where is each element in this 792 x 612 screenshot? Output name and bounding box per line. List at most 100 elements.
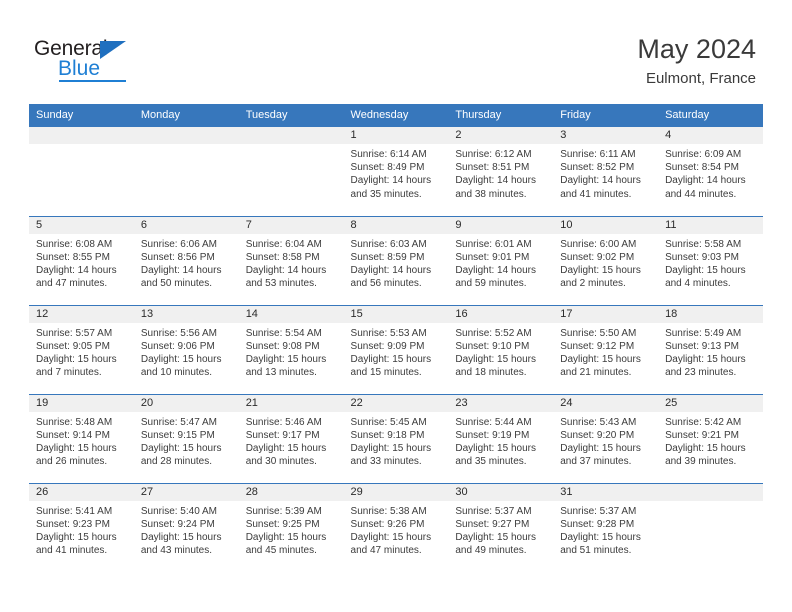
daylight-text: Daylight: 15 hours and 18 minutes.: [455, 353, 536, 379]
daylight-text: Daylight: 15 hours and 30 minutes.: [245, 442, 327, 468]
sunset-text: Sunset: 9:24 PM: [140, 518, 215, 530]
sunrise-text: Sunrise: 6:09 AM: [665, 149, 742, 160]
day-number: 15: [343, 305, 449, 323]
weekday-header-sunday: Sunday: [29, 104, 134, 127]
day-cell-inner: 27 Sunrise: 5:40 AM Sunset: 9:24 PM Dayligh…: [133, 483, 239, 573]
weekday-header-saturday: Saturday: [658, 104, 763, 127]
calendar-day-cell-empty: [238, 127, 344, 216]
calendar-day-cell[interactable]: 4 Sunrise: 6:09 AM Sunset: 8:54 PM Daylight…: [658, 127, 763, 216]
sunset-text: Sunset: 9:10 PM: [455, 340, 530, 352]
page-title: May 2024: [637, 34, 756, 64]
calendar-day-cell[interactable]: 7 Sunrise: 6:04 AM Sunset: 8:58 PM Daylight…: [238, 215, 344, 305]
calendar-day-cell[interactable]: 15 Sunrise: 5:53 AM Sunset: 9:09 PM Dayligh…: [343, 304, 449, 394]
daylight-text: Daylight: 15 hours and 28 minutes.: [140, 442, 222, 468]
day-cell-inner: 18 Sunrise: 5:49 AM Sunset: 9:13 PM Dayligh…: [658, 305, 763, 394]
calendar-day-cell[interactable]: 25 Sunrise: 5:42 AM Sunset: 9:21 PM Dayligh…: [658, 393, 763, 483]
calendar-day-cell[interactable]: 3 Sunrise: 6:11 AM Sunset: 8:52 PM Daylight…: [553, 127, 659, 216]
day-number: [658, 483, 763, 501]
calendar-day-cell[interactable]: 21 Sunrise: 5:46 AM Sunset: 9:17 PM Dayligh…: [238, 393, 344, 483]
day-number: [133, 127, 239, 144]
day-cell-inner: 1 Sunrise: 6:14 AM Sunset: 8:49 PM Daylight…: [343, 127, 449, 216]
daylight-text: Daylight: 15 hours and 43 minutes.: [140, 531, 222, 557]
calendar-day-cell[interactable]: 29 Sunrise: 5:38 AM Sunset: 9:26 PM Dayligh…: [343, 482, 449, 572]
daylight-text: Daylight: 15 hours and 49 minutes.: [455, 531, 536, 557]
daylight-text: Daylight: 15 hours and 33 minutes.: [350, 442, 432, 468]
day-number: 6: [133, 216, 239, 234]
calendar-day-cell[interactable]: 28 Sunrise: 5:39 AM Sunset: 9:25 PM Dayligh…: [238, 482, 344, 573]
calendar-day-cell[interactable]: 8 Sunrise: 6:03 AM Sunset: 8:59 PM Daylight…: [343, 215, 449, 305]
daylight-text: Daylight: 15 hours and 26 minutes.: [36, 442, 117, 468]
sunrise-text: Sunrise: 5:50 AM: [560, 327, 637, 339]
calendar-day-cell-empty: [29, 127, 134, 216]
day-number: 11: [658, 216, 763, 234]
calendar-day-cell[interactable]: 20 Sunrise: 5:47 AM Sunset: 9:15 PM Dayligh…: [133, 393, 239, 483]
calendar-day-cell[interactable]: 19 Sunrise: 5:48 AM Sunset: 9:14 PM Dayligh…: [29, 393, 134, 483]
calendar-day-cell[interactable]: 9 Sunrise: 6:01 AM Sunset: 9:01 PM Daylight…: [448, 215, 554, 305]
calendar-header-row: Sunday Monday Tuesday Wednesday Thursday Frid…: [29, 104, 763, 127]
sunrise-text: Sunrise: 5:47 AM: [140, 416, 217, 428]
day-number: [238, 127, 344, 144]
day-number: 1: [343, 127, 449, 144]
day-details: Sunrise: 5:48 AM Sunset: 9:14 PM Daylight:…: [29, 412, 134, 469]
daylight-text: Daylight: 14 hours and 47 minutes.: [36, 264, 117, 290]
sunrise-text: Sunrise: 6:14 AM: [350, 149, 427, 160]
day-cell-inner: 21 Sunrise: 5:46 AM Sunset: 9:17 PM Dayligh…: [238, 394, 344, 483]
calendar-day-cell[interactable]: 18 Sunrise: 5:49 AM Sunset: 9:13 PM Dayligh…: [658, 304, 763, 394]
sunset-text: Sunset: 9:25 PM: [245, 518, 320, 530]
day-number: 30: [448, 483, 554, 501]
day-details: Sunrise: 5:37 AM Sunset: 9:28 PM Daylight:…: [553, 501, 658, 558]
day-number: 20: [133, 394, 239, 412]
day-cell-inner: 10 Sunrise: 6:00 AM Sunset: 9:02 PM Dayligh…: [553, 216, 659, 305]
calendar-day-cell[interactable]: 26 Sunrise: 5:41 AM Sunset: 9:23 PM Dayligh…: [29, 482, 134, 572]
day-cell-inner: 16 Sunrise: 5:52 AM Sunset: 9:10 PM Dayligh…: [448, 305, 554, 394]
day-details: Sunrise: 6:00 AM Sunset: 9:02 PM Daylight:…: [553, 234, 658, 291]
daylight-text: Daylight: 15 hours and 4 minutes.: [665, 264, 746, 290]
day-number: 19: [29, 394, 134, 412]
sunset-text: Sunset: 8:52 PM: [560, 162, 635, 174]
sunrise-text: Sunrise: 5:52 AM: [455, 327, 532, 339]
sunset-text: Sunset: 9:20 PM: [560, 429, 635, 441]
calendar-day-cell[interactable]: 30 Sunrise: 5:37 AM Sunset: 9:27 PM Dayligh…: [448, 482, 554, 573]
calendar-day-cell[interactable]: 2 Sunrise: 6:12 AM Sunset: 8:51 PM Daylight…: [448, 127, 554, 216]
day-details: Sunrise: 5:56 AM Sunset: 9:06 PM Daylight:…: [134, 323, 239, 380]
sunrise-text: Sunrise: 5:44 AM: [455, 416, 532, 428]
weekday-header-thursday: Thursday: [448, 104, 554, 127]
sunrise-text: Sunrise: 5:48 AM: [36, 416, 113, 428]
weekday-header-monday: Monday: [133, 104, 239, 127]
calendar-day-cell[interactable]: 22 Sunrise: 5:45 AM Sunset: 9:18 PM Dayligh…: [343, 393, 449, 483]
calendar-day-cell[interactable]: 11 Sunrise: 5:58 AM Sunset: 9:03 PM Dayligh…: [658, 215, 763, 305]
day-number: 22: [343, 394, 449, 412]
sunrise-text: Sunrise: 5:57 AM: [36, 327, 113, 339]
sunset-text: Sunset: 9:21 PM: [665, 429, 739, 441]
calendar-day-cell[interactable]: 12 Sunrise: 5:57 AM Sunset: 9:05 PM Dayligh…: [29, 304, 134, 394]
calendar-day-cell[interactable]: 17 Sunrise: 5:50 AM Sunset: 9:12 PM Dayligh…: [553, 304, 659, 394]
calendar-week-row: 5 Sunrise: 6:08 AM Sunset: 8:55 PM Daylight…: [29, 215, 763, 305]
calendar-day-cell[interactable]: 24 Sunrise: 5:43 AM Sunset: 9:20 PM Dayligh…: [553, 393, 659, 483]
day-cell-inner: 30 Sunrise: 5:37 AM Sunset: 9:27 PM Dayligh…: [448, 483, 554, 573]
day-details: Sunrise: 5:40 AM Sunset: 9:24 PM Daylight:…: [134, 501, 239, 558]
sunset-text: Sunset: 9:06 PM: [140, 340, 215, 352]
day-cell-inner: 14 Sunrise: 5:54 AM Sunset: 9:08 PM Dayligh…: [238, 305, 344, 394]
calendar-day-cell[interactable]: 27 Sunrise: 5:40 AM Sunset: 9:24 PM Dayligh…: [133, 482, 239, 573]
day-number: 21: [238, 394, 344, 412]
calendar-day-cell[interactable]: 6 Sunrise: 6:06 AM Sunset: 8:56 PM Daylight…: [133, 215, 239, 305]
daylight-text: Daylight: 14 hours and 53 minutes.: [245, 264, 327, 290]
day-number: 9: [448, 216, 554, 234]
day-details: Sunrise: 5:46 AM Sunset: 9:17 PM Daylight:…: [239, 412, 344, 469]
calendar-page: General Blue May 2024 Eulmont, France Su…: [0, 0, 792, 612]
sunset-text: Sunset: 9:14 PM: [36, 429, 110, 441]
calendar-day-cell[interactable]: 16 Sunrise: 5:52 AM Sunset: 9:10 PM Dayligh…: [448, 304, 554, 394]
calendar-day-cell[interactable]: 5 Sunrise: 6:08 AM Sunset: 8:55 PM Daylight…: [29, 215, 134, 305]
calendar-day-cell[interactable]: 23 Sunrise: 5:44 AM Sunset: 9:19 PM Dayligh…: [448, 393, 554, 483]
day-details: Sunrise: 6:09 AM Sunset: 8:54 PM Daylight:…: [658, 144, 763, 201]
day-number: 28: [238, 483, 344, 501]
sunrise-text: Sunrise: 5:56 AM: [140, 327, 217, 339]
sunset-text: Sunset: 8:54 PM: [665, 162, 739, 174]
calendar-day-cell[interactable]: 14 Sunrise: 5:54 AM Sunset: 9:08 PM Dayligh…: [238, 304, 344, 394]
calendar-day-cell[interactable]: 10 Sunrise: 6:00 AM Sunset: 9:02 PM Dayligh…: [553, 215, 659, 305]
calendar-day-cell[interactable]: 1 Sunrise: 6:14 AM Sunset: 8:49 PM Daylight…: [343, 127, 449, 216]
daylight-text: Daylight: 15 hours and 39 minutes.: [665, 442, 746, 468]
calendar-day-cell[interactable]: 31 Sunrise: 5:37 AM Sunset: 9:28 PM Dayligh…: [553, 482, 659, 572]
day-cell-inner: 28 Sunrise: 5:39 AM Sunset: 9:25 PM Dayligh…: [238, 483, 344, 573]
calendar-day-cell[interactable]: 13 Sunrise: 5:56 AM Sunset: 9:06 PM Dayligh…: [133, 304, 239, 394]
